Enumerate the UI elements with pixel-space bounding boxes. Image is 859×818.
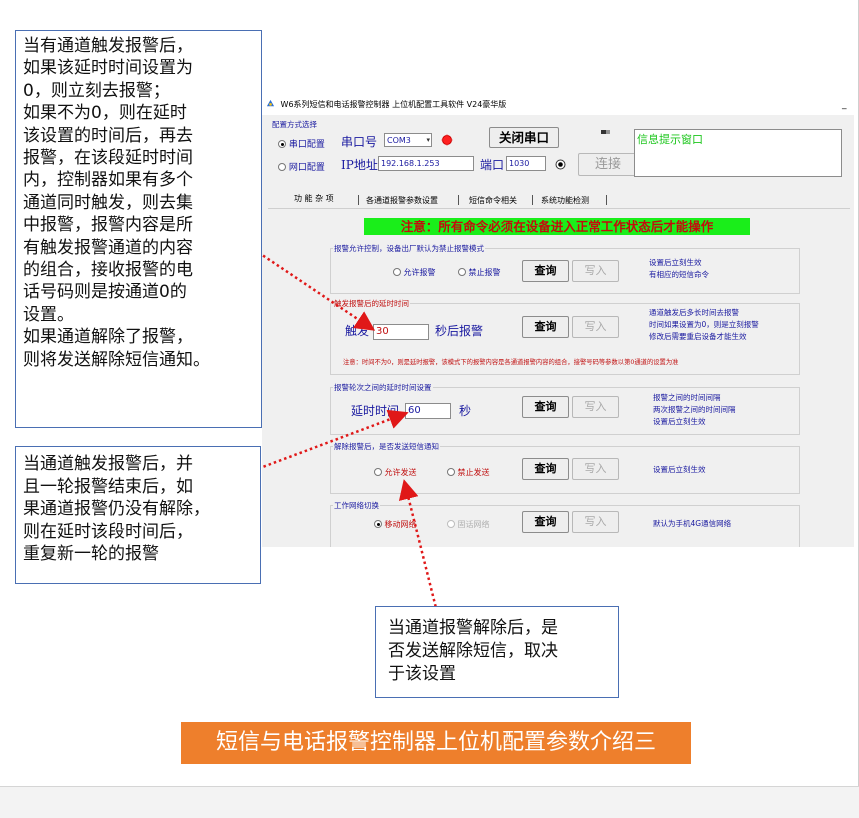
- trigger-delay-prefix: 触发: [345, 324, 370, 338]
- forbid-release-sms-option[interactable]: 禁止发送: [447, 467, 490, 478]
- network-write-button[interactable]: 写入: [572, 511, 619, 533]
- release-sms-legend: 解除报警后，是否发送短信通知: [333, 441, 440, 452]
- serial-port-select[interactable]: COM3 ▾: [384, 133, 432, 147]
- info-message-box: 信息提示窗口: [634, 129, 842, 177]
- round-interval-group: 报警轮次之间的延时时间设置 延时时间 60 秒 查询 写入 报警之间的时间间隔 …: [330, 382, 800, 435]
- round-interval-legend: 报警轮次之间的延时时间设置: [333, 382, 433, 393]
- mobile-network-option[interactable]: 移动网络: [374, 519, 417, 530]
- delay-alarm-callout: 当有通道触发报警后， 如果该延时时间设置为 0，则立刻去报警； 如果不为0，则在…: [15, 30, 262, 428]
- network-switch-group: 工作网络切换 移动网络 固话网络 查询 写入 默认为手机4G通信网络: [330, 500, 800, 547]
- trigger-delay-legend: 触发报警后的延时时间: [333, 298, 410, 309]
- tab-separator: [358, 195, 359, 205]
- port-input[interactable]: 1030: [506, 156, 546, 171]
- alarm-permit-write-button[interactable]: 写入: [572, 260, 619, 282]
- round-interval-query-button[interactable]: 查询: [522, 396, 569, 418]
- network-status-radio-icon: [555, 159, 566, 170]
- network-config-radio[interactable]: [278, 163, 286, 171]
- mobile-network-radio[interactable]: [374, 520, 382, 528]
- round-interval-hint: 报警之间的时间间隔 两次报警之间的时间间隔 设置后立刻生效: [653, 393, 736, 426]
- ip-address-input[interactable]: 192.168.1.253: [378, 156, 474, 171]
- fixed-network-option[interactable]: 固话网络: [447, 519, 490, 530]
- window-title: W6系列短信和电话报警控制器 上位机配置工具软件 V24豪华版: [280, 100, 507, 109]
- network-config-label: 网口配置: [288, 163, 325, 173]
- alarm-permit-legend: 报警允许控制，设备出厂默认为禁止报警模式: [333, 243, 485, 254]
- allow-alarm-label: 允许报警: [403, 268, 436, 277]
- tab-system-check[interactable]: 系统功能检测: [541, 195, 589, 206]
- tab-misc-functions[interactable]: 功 能 杂 项: [294, 193, 334, 204]
- repeat-alarm-callout: 当通道触发报警后，并 且一轮报警结束后，如 果通道报警仍没有解除， 则在延时该段…: [15, 446, 261, 584]
- operation-notice: 注意：所有命令必须在设备进入正常工作状态后才能操作: [364, 218, 750, 235]
- round-interval-prefix: 延时时间: [351, 404, 400, 418]
- network-config-option[interactable]: 网口配置: [278, 160, 325, 173]
- allow-release-sms-option[interactable]: 允许发送: [374, 467, 417, 478]
- chevron-down-icon: ▾: [426, 136, 430, 144]
- allow-alarm-option[interactable]: 允许报警: [393, 267, 436, 278]
- round-interval-input[interactable]: 60: [405, 403, 451, 419]
- allow-alarm-radio[interactable]: [393, 268, 401, 276]
- tab-bar: 功 能 杂 项 各通道报警参数设置 短信命令相关 系统功能检测: [268, 191, 850, 209]
- trigger-delay-write-button[interactable]: 写入: [572, 316, 619, 338]
- config-method-legend: 配置方式选择: [272, 120, 317, 129]
- forbid-alarm-option[interactable]: 禁止报警: [458, 267, 501, 278]
- serial-config-option[interactable]: 串口配置: [278, 137, 325, 150]
- plug-icon: [601, 130, 610, 134]
- alarm-permit-group: 报警允许控制，设备出厂默认为禁止报警模式 允许报警 禁止报警 查询 写入 设置后…: [330, 243, 800, 294]
- alarm-permit-hint: 设置后立刻生效 有相应的短信命令: [649, 258, 709, 279]
- minimize-button[interactable]: _: [842, 95, 847, 115]
- trigger-delay-note: 注意：时间不为0，则是延时报警，该模式下的报警内容是各通道报警内容的组合，接警号…: [343, 359, 679, 366]
- release-sms-hint: 设置后立刻生效: [653, 465, 706, 474]
- round-interval-suffix: 秒: [459, 404, 472, 418]
- alarm-permit-query-button[interactable]: 查询: [522, 260, 569, 282]
- trigger-delay-group: 触发报警后的延时时间 触发 30 秒后报警 查询 写入 通道触发后多长时间去报警…: [330, 298, 800, 375]
- delay-alarm-text: 当有通道触发报警后， 如果该延时时间设置为 0，则立刻去报警； 如果不为0，则在…: [23, 36, 210, 370]
- release-sms-text: 当通道报警解除后，是 否发送解除短信，取决 于该设置: [388, 618, 558, 684]
- trigger-delay-hint: 通道触发后多长时间去报警 时间如果设置为0，则是立刻报警 修改后需要重启设备才能…: [649, 308, 759, 341]
- release-sms-write-button[interactable]: 写入: [572, 458, 619, 480]
- app-icon: [266, 99, 275, 107]
- config-tool-window: W6系列短信和电话报警控制器 上位机配置工具软件 V24豪华版 _ 配置方式选择…: [262, 95, 854, 547]
- port-status-lamp-icon: [441, 134, 453, 146]
- config-method-section: 配置方式选择 串口配置 串口号 COM3 ▾ 关闭串口 网口配置 IP地址 19…: [268, 117, 850, 183]
- tab-separator: [458, 195, 459, 205]
- serial-port-label: 串口号: [341, 135, 378, 149]
- page-caption: 短信与电话报警控制器上位机配置参数介绍三: [181, 722, 691, 764]
- network-query-button[interactable]: 查询: [522, 511, 569, 533]
- network-switch-legend: 工作网络切换: [333, 500, 380, 511]
- allow-release-sms-radio[interactable]: [374, 468, 382, 476]
- tab-sms-commands[interactable]: 短信命令相关: [469, 195, 517, 206]
- fixed-network-label: 固话网络: [457, 520, 490, 529]
- forbid-release-sms-radio[interactable]: [447, 468, 455, 476]
- mobile-network-label: 移动网络: [384, 520, 417, 529]
- allow-release-sms-label: 允许发送: [384, 468, 417, 477]
- serial-port-value: COM3: [387, 136, 411, 145]
- serial-config-radio[interactable]: [278, 140, 286, 148]
- network-hint: 默认为手机4G通信网络: [653, 519, 732, 528]
- serial-config-label: 串口配置: [288, 140, 325, 150]
- port-label: 端口: [480, 158, 505, 172]
- window-titlebar: W6系列短信和电话报警控制器 上位机配置工具软件 V24豪华版 _: [262, 95, 854, 115]
- tab-separator: [606, 195, 607, 205]
- trigger-delay-input[interactable]: 30: [373, 324, 429, 340]
- trigger-delay-suffix: 秒后报警: [435, 324, 484, 338]
- round-interval-write-button[interactable]: 写入: [572, 396, 619, 418]
- forbid-release-sms-label: 禁止发送: [457, 468, 490, 477]
- repeat-alarm-text: 当通道触发报警后，并 且一轮报警结束后，如 果通道报警仍没有解除， 则在延时该段…: [23, 454, 210, 565]
- tab-channel-alarm-params[interactable]: 各通道报警参数设置: [366, 195, 438, 206]
- bottom-band: [0, 786, 859, 818]
- connect-button[interactable]: 连接: [578, 153, 638, 176]
- fixed-network-radio[interactable]: [447, 520, 455, 528]
- tab-separator: [532, 195, 533, 205]
- release-sms-callout: 当通道报警解除后，是 否发送解除短信，取决 于该设置: [375, 606, 619, 698]
- release-sms-group: 解除报警后，是否发送短信通知 允许发送 禁止发送 查询 写入 设置后立刻生效: [330, 441, 800, 494]
- release-sms-query-button[interactable]: 查询: [522, 458, 569, 480]
- ip-address-label: IP地址: [341, 158, 378, 172]
- forbid-alarm-label: 禁止报警: [468, 268, 501, 277]
- close-port-button[interactable]: 关闭串口: [489, 127, 559, 148]
- forbid-alarm-radio[interactable]: [458, 268, 466, 276]
- trigger-delay-query-button[interactable]: 查询: [522, 316, 569, 338]
